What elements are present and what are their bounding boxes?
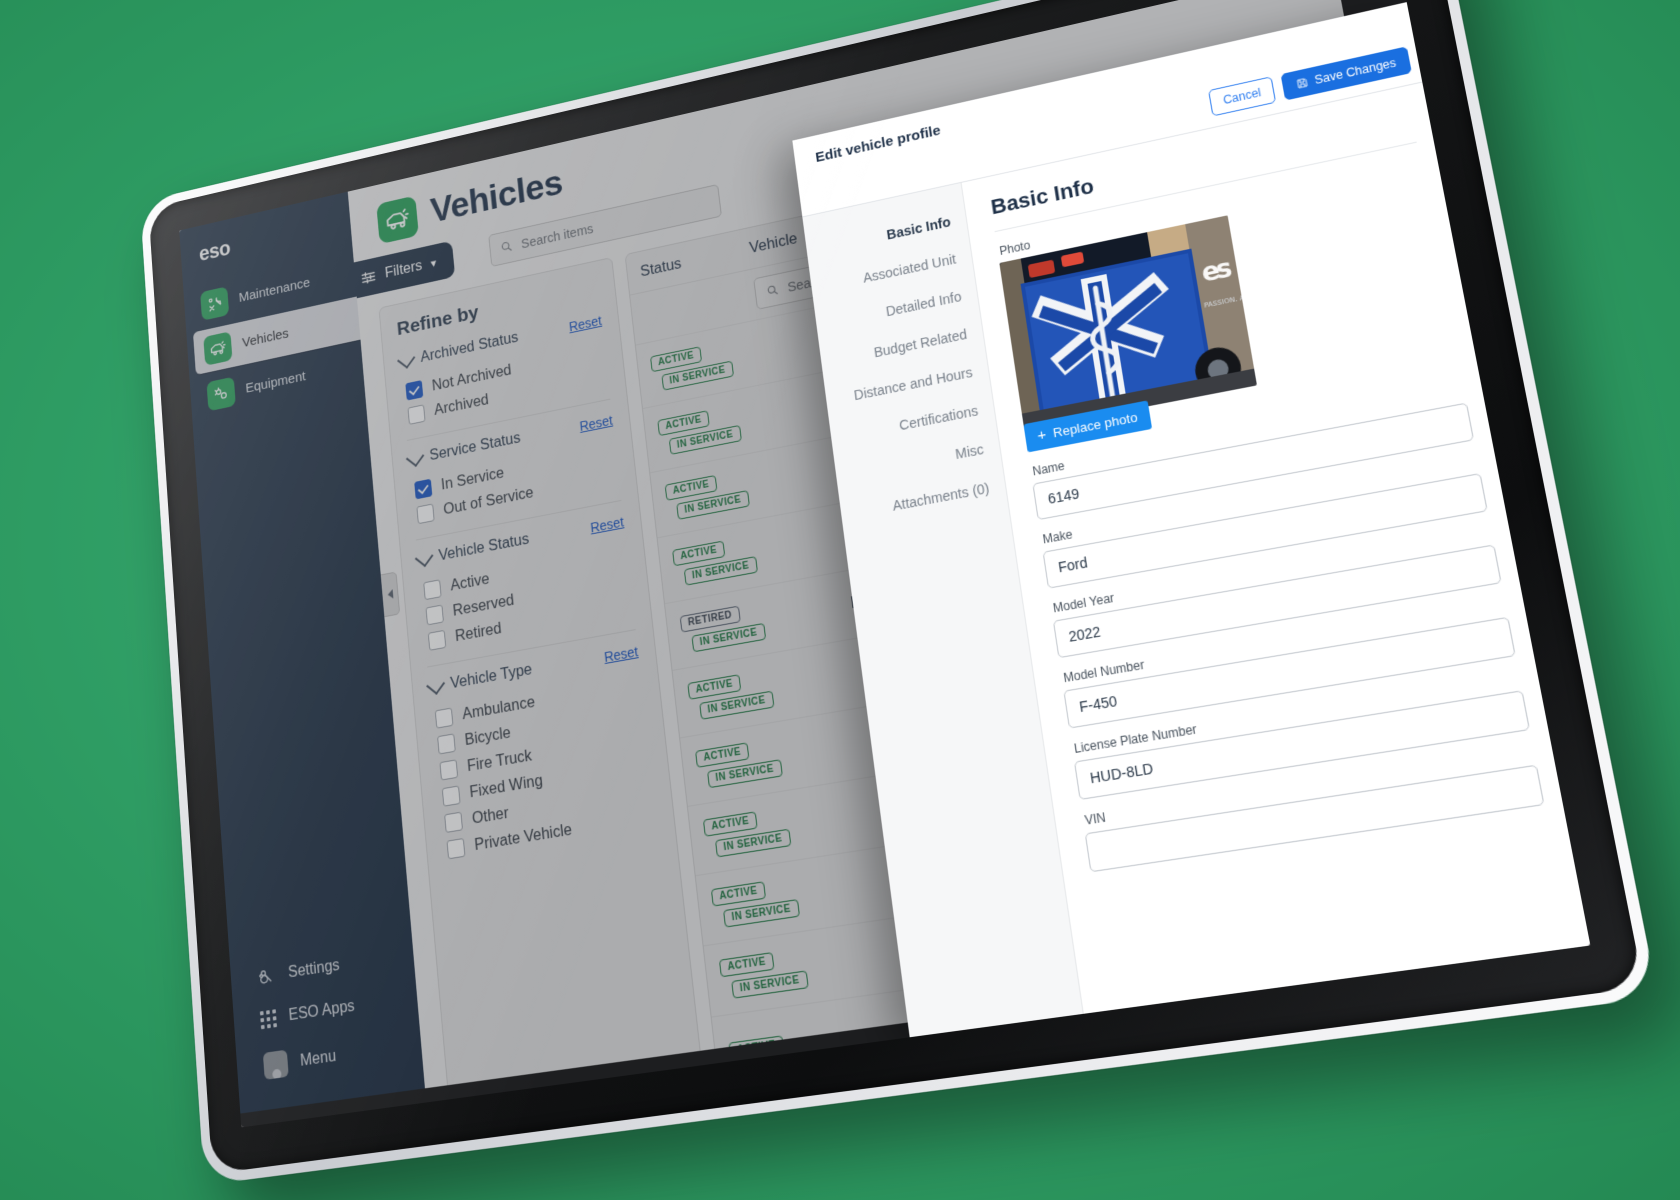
status-badges: ACTIVE IN SERVICE [695,731,815,789]
cancel-button[interactable]: Cancel [1207,76,1277,117]
cell-vehicle: 4578-45 [838,917,1095,972]
make-input[interactable]: Ford [1042,472,1488,589]
license-plate-input[interactable]: HUD-8LD [1073,690,1531,801]
field-label: Name [1031,458,1066,479]
field-vin: VIN [1082,744,1545,873]
screenshot-stage: eso Maintenance Vehicles Equipment Setti… [0,0,1680,1200]
field-model-year: Model Year 2022 [1050,525,1502,659]
replace-photo-label: Replace photo [1052,409,1139,441]
field-make: Make Ford [1040,453,1488,589]
replace-photo-button[interactable]: + Replace photo [1023,400,1152,453]
field-name: Name 6149 [1030,383,1475,521]
table-row[interactable]: ACTIVE IN SERVICE Medic 2 Ambulance [680,607,1468,806]
status-badge: IN SERVICE [722,898,800,928]
status-badge: IN SERVICE [699,690,774,720]
table-row[interactable]: ACTIVE IN SERVICE Sunny Bicycle [695,754,1496,946]
status-badges: ACTIVE IN SERVICE [702,801,824,859]
cell-vehicle: Sunny [829,844,1084,901]
plus-icon: + [1036,426,1048,445]
cell-vehicle-type: Ambulance [1009,320,1212,377]
field-label: VIN [1083,810,1107,828]
field-license-plate-number: License Plate Number HUD-8LD [1071,670,1531,801]
vin-input[interactable] [1084,764,1545,873]
status-badges: ACTIVE IN SERVICE [710,871,833,929]
status-badge: ACTIVE [710,880,767,907]
field-label: Model Year [1052,590,1116,616]
cell-vehicle: Medic 1 [803,631,1052,691]
status-badge: ACTIVE [718,951,775,977]
model-year-input[interactable]: 2022 [1052,544,1502,659]
cell-vehicle: Blake's Ambulance [794,562,1041,623]
status-badge: ACTIVE [702,810,758,837]
status-badge: IN SERVICE [731,969,809,999]
svg-text:s: s [1213,252,1234,285]
table-row[interactable]: ACTIVE IN SERVICE Unit 91 Ambulance [687,680,1482,876]
tablet-device: eso Maintenance Vehicles Equipment Setti… [139,0,1659,1186]
cell-vehicle: Medic 2 [811,701,1062,760]
field-label: License Plate Number [1073,721,1198,757]
modal-nav: Basic Info Associated Unit Detailed Info… [802,182,1085,1040]
model-number-input[interactable]: F-450 [1063,616,1516,729]
name-input[interactable]: 6149 [1032,402,1475,521]
modal-nav-attachments[interactable]: Attachments (0) [839,467,1007,533]
field-model-number: Model Number F-450 [1060,597,1516,729]
svg-text:PASSION. ACUMEN. TECHNOLOGY.: PASSION. ACUMEN. TECHNOLOGY. [1203,277,1257,309]
status-badge: IN SERVICE [714,828,791,857]
status-badge: ACTIVE [695,741,750,768]
field-label: Model Number [1062,657,1146,686]
cell-vehicle-type: Fire Truck [1092,886,1308,936]
status-badge: IN SERVICE [706,758,783,788]
status-badges: ACTIVE IN SERVICE [718,942,842,999]
cell-vehicle-type: Ambulance [1039,525,1247,580]
cell-vehicle: Unit 91 [820,772,1073,830]
device-scene: eso Maintenance Vehicles Equipment Setti… [0,0,1680,1200]
svg-text:e: e [1199,255,1222,288]
